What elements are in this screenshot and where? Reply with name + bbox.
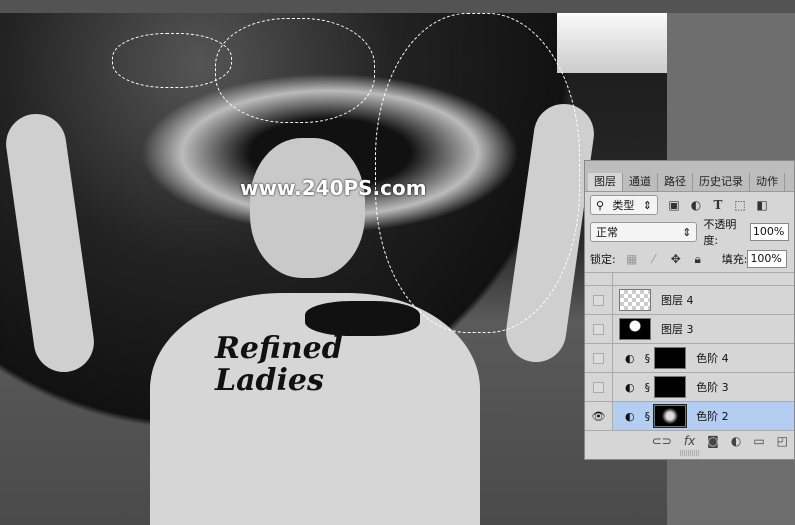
document-canvas[interactable]: Refined Ladies www.240PS.com <box>0 13 667 525</box>
document-top-bar <box>0 0 795 13</box>
fill-label: 填充: <box>721 253 748 266</box>
layer-row[interactable]: ◐ § 色阶 3 <box>585 372 794 401</box>
lock-label: 锁定: <box>590 253 616 266</box>
filter-type-icon[interactable]: T <box>712 199 724 211</box>
shirt-text: Refined Ladies <box>215 333 343 397</box>
lock-all-icon[interactable]: 🔒︎ <box>692 253 704 265</box>
lock-transparent-icon[interactable]: ▦ <box>626 253 638 265</box>
layers-panel: 图层 通道 路径 历史记录 动作 ⚲ 类型 ⇕ ▣ ◐ T ⬚ ◧ 正常 ⇕ 不透明度… <box>584 160 795 460</box>
layer-thumbnail <box>619 289 651 311</box>
filter-adjustment-icon[interactable]: ◐ <box>690 199 702 211</box>
filter-pixel-icon[interactable]: ▣ <box>668 199 680 211</box>
layer-name: 色阶 4 <box>696 352 729 365</box>
hidden-box-icon <box>593 323 604 335</box>
tab-channels[interactable]: 通道 <box>623 173 658 191</box>
filter-shape-icon[interactable]: ⬚ <box>734 199 746 211</box>
adjustment-levels-icon: ◐ <box>625 409 635 423</box>
layer-row-partial[interactable] <box>585 272 794 285</box>
photo-head <box>250 138 365 278</box>
tab-layers[interactable]: 图层 <box>588 173 623 191</box>
selection-marquee <box>375 13 580 333</box>
new-layer-icon[interactable]: ◰ <box>777 434 788 448</box>
filter-kind-label: 类型 <box>612 199 635 212</box>
selection-marquee <box>112 33 232 88</box>
visibility-cell <box>585 273 613 285</box>
eye-icon: 👁︎ <box>591 409 606 423</box>
visibility-toggle[interactable] <box>585 315 613 343</box>
visibility-toggle[interactable] <box>585 373 613 401</box>
new-adjustment-icon[interactable]: ◐ <box>731 434 741 448</box>
blend-mode-select[interactable]: 正常 ⇕ <box>590 222 698 242</box>
opacity-label: 不透明度: <box>703 218 737 247</box>
lock-image-brush-icon[interactable]: ⁄ <box>648 253 660 265</box>
selection-marquee <box>215 18 375 123</box>
shirt-text-line2: Ladies <box>215 363 324 398</box>
filter-kind-select[interactable]: ⚲ 类型 ⇕ <box>590 195 658 215</box>
new-group-folder-icon[interactable]: ▭ <box>753 434 764 448</box>
lock-position-move-icon[interactable]: ✥ <box>670 253 682 265</box>
watermark: www.240PS.com <box>240 176 427 200</box>
layer-mask-thumbnail[interactable] <box>653 404 688 428</box>
hidden-box-icon <box>593 294 604 306</box>
visibility-toggle[interactable]: 👁︎ <box>585 402 613 430</box>
layer-row[interactable]: ◐ § 色阶 4 <box>585 343 794 372</box>
layer-row-selected[interactable]: 👁︎ ◐ § 色阶 2 <box>585 401 794 430</box>
tab-paths[interactable]: 路径 <box>658 173 693 191</box>
adjustment-levels-icon: ◐ <box>625 351 635 365</box>
updown-icon: ⇕ <box>642 198 652 212</box>
hidden-box-icon <box>593 352 604 364</box>
link-icon[interactable]: § <box>645 381 651 394</box>
panel-footer: ⊂⊃ fx ◙ ◐ ▭ ◰ <box>585 430 794 450</box>
link-icon[interactable]: § <box>645 352 651 365</box>
tab-history[interactable]: 历史记录 <box>693 173 750 191</box>
layer-row[interactable]: 图层 3 <box>585 314 794 343</box>
layer-mask-thumbnail[interactable] <box>654 376 687 398</box>
layer-mask-thumbnail[interactable] <box>654 347 687 369</box>
layer-name: 色阶 2 <box>696 410 729 423</box>
add-mask-icon[interactable]: ◙ <box>707 434 719 448</box>
adjustment-levels-icon: ◐ <box>625 380 635 394</box>
photo-sky <box>557 13 667 73</box>
link-icon[interactable]: § <box>645 410 651 423</box>
link-layers-icon[interactable]: ⊂⊃ <box>652 434 672 448</box>
hidden-box-icon <box>593 381 604 393</box>
panel-tabs: 图层 通道 路径 历史记录 动作 <box>585 161 794 192</box>
resize-grip[interactable]: |||||||||| <box>585 450 794 460</box>
layer-name: 图层 3 <box>661 323 694 336</box>
tab-actions[interactable]: 动作 <box>750 173 785 191</box>
fx-icon[interactable]: fx <box>684 434 695 448</box>
visibility-toggle[interactable] <box>585 286 613 314</box>
layer-name: 色阶 3 <box>696 381 729 394</box>
opacity-input[interactable]: 100% <box>749 223 789 241</box>
updown-icon: ⇕ <box>682 225 692 239</box>
photo-left-arm <box>2 110 98 376</box>
layer-name: 图层 4 <box>661 294 694 307</box>
layer-row[interactable]: 图层 4 <box>585 285 794 314</box>
shirt-text-line1: Refined <box>215 331 343 366</box>
blend-mode-value: 正常 <box>596 226 618 239</box>
search-icon: ⚲ <box>596 198 605 212</box>
layer-thumbnail <box>619 318 651 340</box>
visibility-toggle[interactable] <box>585 344 613 372</box>
fill-input[interactable]: 100% <box>747 250 788 268</box>
filter-smart-object-icon[interactable]: ◧ <box>756 199 768 211</box>
